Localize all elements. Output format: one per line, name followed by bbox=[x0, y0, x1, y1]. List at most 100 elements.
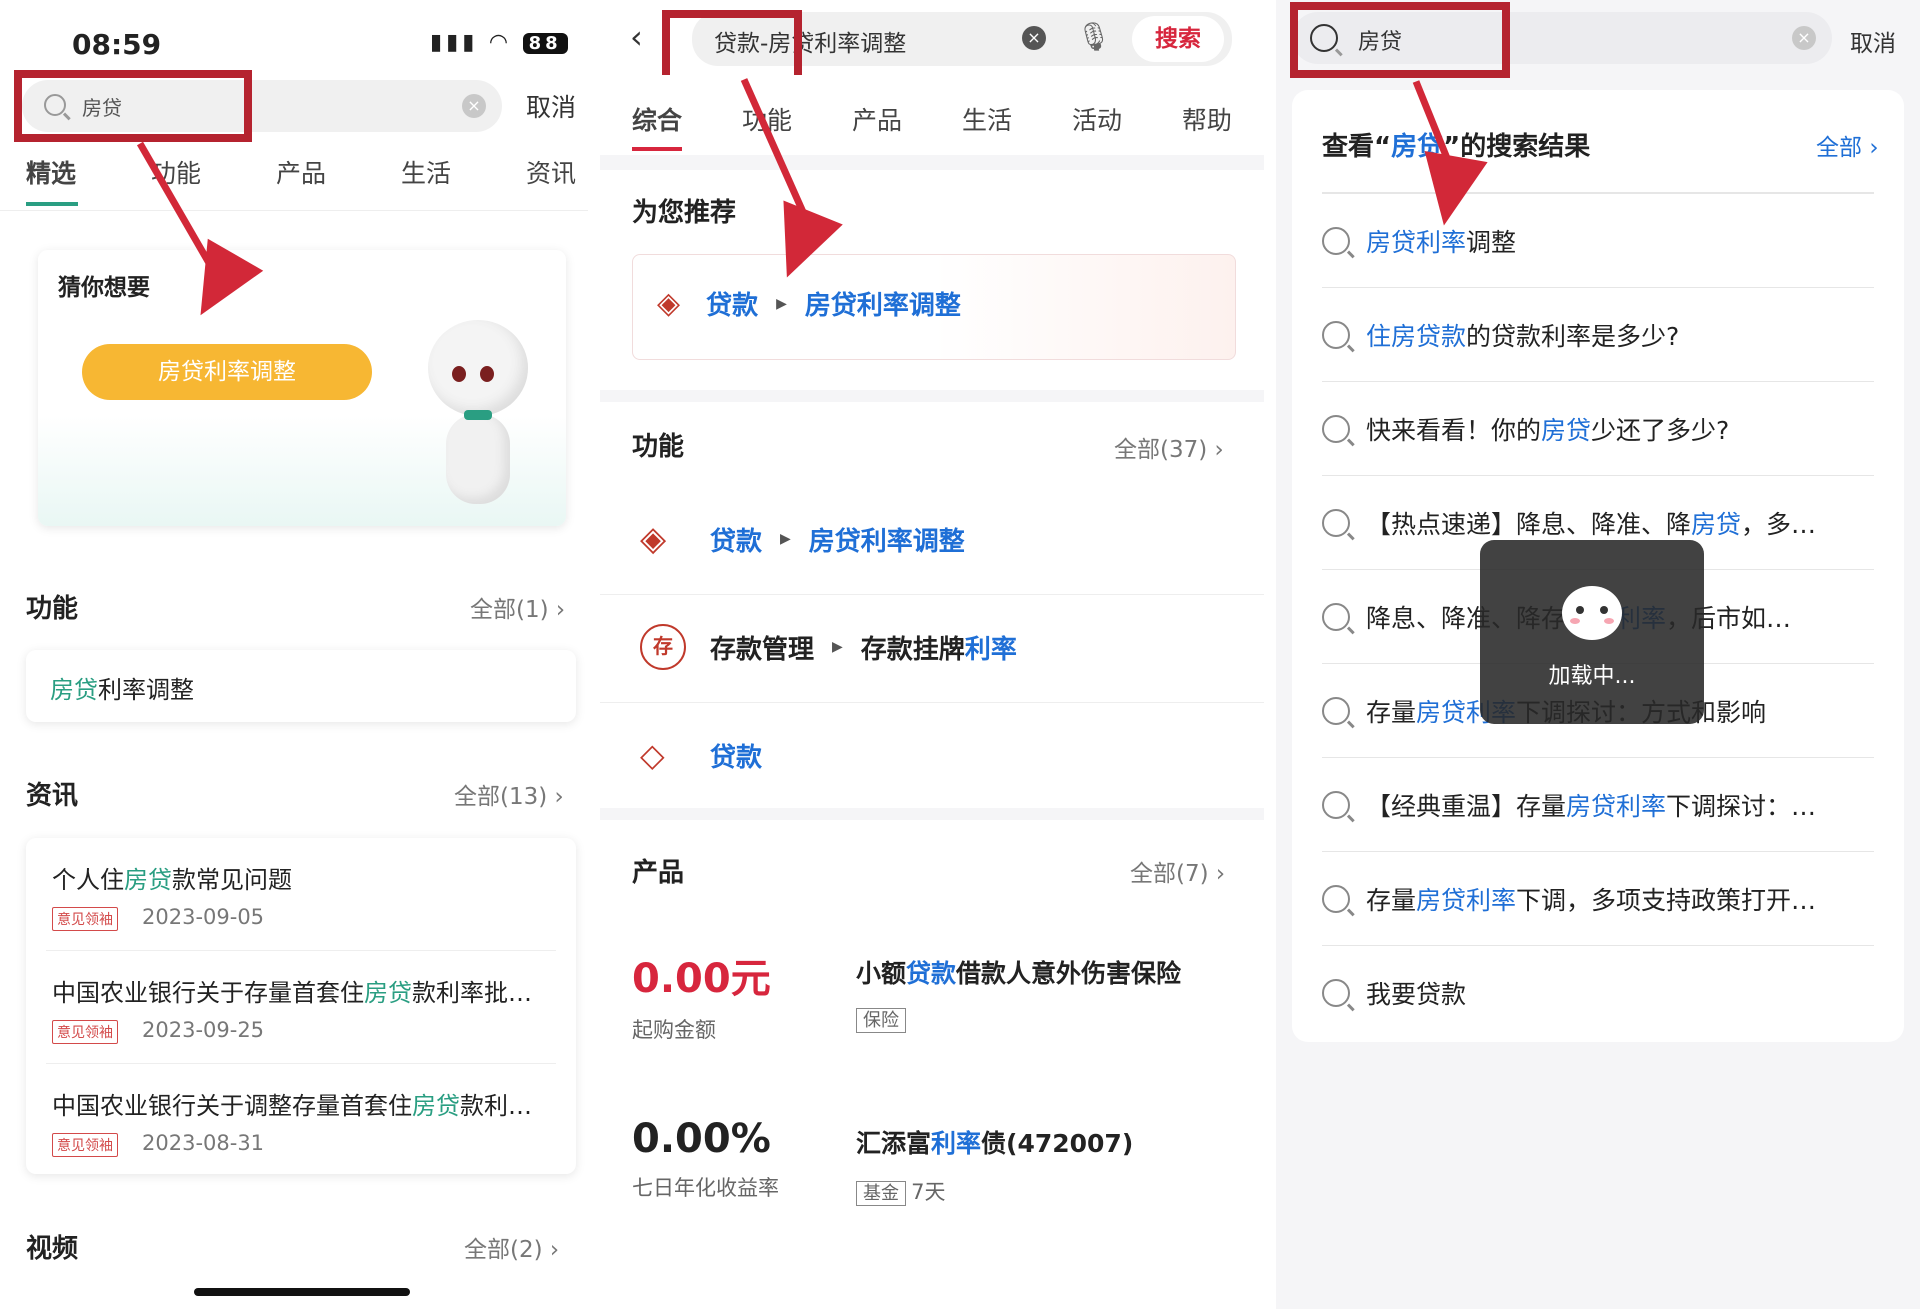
search-icon bbox=[1322, 414, 1350, 443]
tab-product[interactable]: 产品 bbox=[852, 101, 902, 137]
back-icon[interactable]: ‹ bbox=[630, 18, 643, 56]
tab-life[interactable]: 生活 bbox=[401, 154, 451, 190]
chevron-right-icon: › bbox=[1214, 437, 1224, 463]
caret-right-icon: ▶ bbox=[776, 295, 787, 312]
mascot-illustration bbox=[418, 310, 538, 510]
news-title-hl: 房贷 bbox=[124, 866, 172, 894]
function-row-b-pre: 存款挂牌 bbox=[860, 634, 965, 665]
suggestion-plain: 下调探讨：… bbox=[1666, 791, 1817, 821]
news-tag: 意见领袖 bbox=[52, 907, 118, 931]
video-all-label: 全部(2) bbox=[464, 1237, 543, 1263]
news-title-post: 款常见问题 bbox=[172, 866, 292, 894]
clear-icon[interactable]: × bbox=[462, 94, 486, 118]
function-row[interactable]: ◇ 贷款 bbox=[640, 732, 762, 778]
product-name-hl: 贷款 bbox=[906, 959, 957, 988]
annotation-arrowhead bbox=[1412, 150, 1488, 232]
suggestion-item[interactable]: 我要贷款 bbox=[1322, 946, 1874, 1040]
product-name-post: 债(472007) bbox=[981, 1129, 1134, 1158]
suggestion-highlight: 房贷利率 bbox=[1366, 227, 1467, 257]
highlight-box bbox=[1290, 2, 1510, 78]
status-icons: ▮▮▮ ◠ 88 bbox=[430, 30, 568, 55]
function-all-link[interactable]: 全部(37) › bbox=[1114, 430, 1224, 464]
function-item[interactable]: 房贷利率调整 bbox=[26, 650, 576, 722]
news-item[interactable]: 中国农业银行关于存量首套住房贷款利率批… 意见领袖 2023-09-25 bbox=[52, 973, 588, 1044]
tab-product[interactable]: 产品 bbox=[276, 154, 326, 190]
divider bbox=[0, 210, 588, 211]
suggestion-item[interactable]: 住房贷款的贷款利率是多少? bbox=[1322, 288, 1874, 382]
search-icon bbox=[1322, 226, 1350, 255]
cancel-button[interactable]: 取消 bbox=[526, 88, 576, 124]
news-title: 中国农业银行关于调整存量首套住房贷款利… bbox=[52, 1086, 572, 1121]
results-all-link[interactable]: 全部 › bbox=[1816, 128, 1879, 162]
suggestion-highlight: 房贷利率 bbox=[1416, 885, 1517, 915]
loading-mascot-icon bbox=[1562, 586, 1622, 640]
function-row[interactable]: ◈ 贷款 ▶ 房贷利率调整 bbox=[640, 516, 965, 562]
status-time: 08:59 bbox=[72, 28, 162, 61]
news-item[interactable]: 个人住房贷款常见问题 意见领袖 2023-09-05 bbox=[52, 860, 588, 931]
divider bbox=[600, 702, 1264, 703]
suggestion-plain: 调整 bbox=[1466, 227, 1517, 257]
suggestion-item[interactable]: 存量房贷利率下调，多项支持政策打开… bbox=[1322, 852, 1874, 946]
suggestion-plain: 少还了多少? bbox=[1591, 415, 1730, 445]
caret-right-icon: ▶ bbox=[780, 531, 791, 547]
product-name-post: 借款人意外伤害保险 bbox=[956, 959, 1182, 988]
tab-selected[interactable]: 精选 bbox=[26, 154, 76, 190]
function-row-a: 贷款 bbox=[710, 742, 763, 773]
suggestion-item[interactable]: 快来看看！你的房贷少还了多少? bbox=[1322, 382, 1874, 476]
divider bbox=[600, 594, 1264, 595]
product-all-link[interactable]: 全部(7) › bbox=[1130, 854, 1225, 888]
loan-hand-icon: ◇ bbox=[640, 736, 665, 774]
search-icon bbox=[1322, 979, 1350, 1007]
suggestion-item[interactable]: 【经典重温】存量房贷利率下调探讨：… bbox=[1322, 758, 1874, 852]
guess-button[interactable]: 房贷利率调整 bbox=[82, 344, 372, 400]
suggestion-highlight: 房贷 bbox=[1691, 509, 1742, 539]
tab-help[interactable]: 帮助 bbox=[1182, 101, 1232, 137]
news-title: 中国农业银行关于存量首套住房贷款利率批… bbox=[52, 973, 572, 1008]
news-title-pre: 个人住 bbox=[52, 866, 124, 894]
chevron-right-icon: › bbox=[555, 597, 566, 623]
panel-comprehensive-results: ‹ 贷款-房贷利率调整 × 🎙 搜索 综合 功能 产品 生活 活动 帮助 为您推… bbox=[600, 0, 1264, 1309]
tab-activity[interactable]: 活动 bbox=[1072, 101, 1122, 137]
suggestion-highlight: 房贷 bbox=[1541, 415, 1592, 445]
wifi-icon: ◠ bbox=[490, 30, 511, 55]
highlight-box bbox=[14, 70, 252, 142]
tab-comprehensive[interactable]: 综合 bbox=[632, 101, 682, 137]
caret-right-icon: ▶ bbox=[832, 639, 843, 655]
suggestion-highlight: 房贷利率 bbox=[1566, 791, 1667, 821]
microphone-icon[interactable]: 🎙 bbox=[1076, 20, 1112, 53]
suggestion-plain: ，多… bbox=[1741, 509, 1817, 539]
news-all-link[interactable]: 全部(13) › bbox=[454, 777, 564, 811]
cancel-button[interactable]: 取消 bbox=[1850, 24, 1896, 58]
search-button[interactable]: 搜索 bbox=[1132, 16, 1224, 62]
suggestion-text: 快来看看！你的房贷少还了多少? bbox=[1366, 411, 1729, 447]
clear-icon[interactable]: × bbox=[1022, 26, 1046, 50]
function-item-highlight: 房贷 bbox=[50, 676, 98, 704]
product-name-pre: 小额 bbox=[856, 959, 907, 988]
search-icon bbox=[1322, 602, 1350, 631]
search-icon bbox=[1322, 320, 1350, 349]
tab-news[interactable]: 资讯 bbox=[526, 154, 576, 190]
product-extra: 7天 bbox=[911, 1180, 946, 1204]
results-all-label: 全部 bbox=[1816, 135, 1862, 161]
suggestion-item[interactable]: 房贷利率调整 bbox=[1322, 194, 1874, 288]
home-indicator bbox=[194, 1288, 410, 1296]
loading-toast: 加载中... bbox=[1480, 540, 1704, 724]
product-item[interactable]: 0.00% 七日年化收益率 汇添富利率债(472007) 基金 7天 bbox=[632, 1116, 1232, 1226]
tab-life[interactable]: 生活 bbox=[962, 101, 1012, 137]
suggestion-plain: 存量 bbox=[1366, 697, 1417, 727]
news-item[interactable]: 中国农业银行关于调整存量首套住房贷款利… 意见领袖 2023-08-31 bbox=[52, 1086, 588, 1157]
function-row[interactable]: 存 存款管理 ▶ 存款挂牌 利率 bbox=[640, 624, 1017, 670]
product-item[interactable]: 0.00元 起购金额 小额贷款借款人意外伤害保险 保险 bbox=[632, 946, 1232, 1056]
loading-text: 加载中... bbox=[1548, 664, 1636, 689]
suggestion-plain: 的贷款利率是多少? bbox=[1466, 321, 1680, 351]
recommend-card[interactable]: ◈ 贷款 ▶ 房贷利率调整 bbox=[632, 254, 1236, 360]
panel-selected-results: 08:59 ▮▮▮ ◠ 88 房贷 × 取消 精选 功能 产品 生活 资讯 猜你… bbox=[0, 0, 588, 1309]
video-all-link[interactable]: 全部(2) › bbox=[464, 1230, 559, 1264]
clear-icon[interactable]: × bbox=[1792, 26, 1816, 50]
recommend-title: 为您推荐 bbox=[632, 198, 737, 228]
divider bbox=[46, 1063, 556, 1064]
search-icon bbox=[1322, 508, 1350, 537]
suggestion-text: 【经典重温】存量房贷利率下调探讨：… bbox=[1366, 787, 1816, 823]
function-all-link[interactable]: 全部(1) › bbox=[470, 590, 565, 624]
news-title-pre: 中国农业银行关于调整存量首套住 bbox=[52, 1092, 412, 1120]
